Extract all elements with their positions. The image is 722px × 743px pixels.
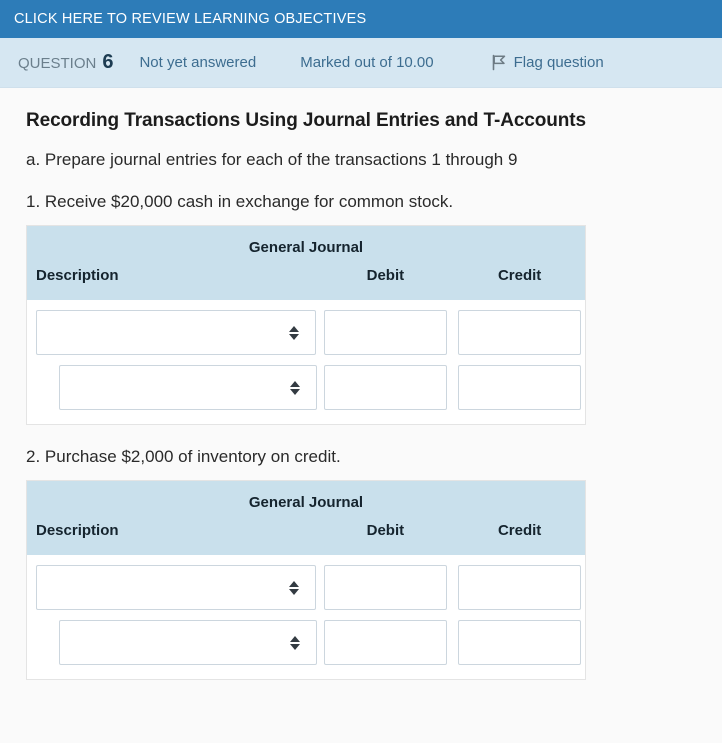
- column-header-debit: Debit: [366, 522, 405, 539]
- cell-credit: [454, 565, 585, 610]
- debit-input[interactable]: [323, 565, 447, 610]
- debit-input[interactable]: [323, 310, 447, 355]
- column-header-debit: Debit: [366, 267, 405, 284]
- journal-title: General Journal: [248, 239, 364, 256]
- account-select[interactable]: [36, 310, 317, 355]
- cell-description: [27, 565, 317, 610]
- account-select[interactable]: [59, 365, 317, 410]
- journal-rows: [27, 555, 585, 679]
- transaction-block: 1. Receive $20,000 cash in exchange for …: [26, 192, 722, 425]
- table-row: [27, 620, 585, 665]
- journal-column-headers: Description Debit Credit: [27, 522, 585, 555]
- question-status: Not yet answered: [139, 54, 257, 71]
- credit-input[interactable]: [458, 310, 582, 355]
- flag-question-label: Flag question: [513, 54, 604, 71]
- cell-debit: [316, 310, 454, 355]
- learning-objectives-banner: CLICK HERE TO REVIEW LEARNING OBJECTIVES: [0, 0, 722, 38]
- column-header-description: Description: [36, 267, 119, 284]
- sort-arrows-icon: [289, 325, 300, 340]
- journal-rows: [27, 300, 585, 424]
- table-row: [27, 365, 585, 410]
- cell-debit: [317, 365, 455, 410]
- debit-input[interactable]: [323, 365, 447, 410]
- cell-description: [27, 620, 317, 665]
- sort-arrows-icon: [289, 380, 300, 395]
- flag-icon: [491, 54, 507, 71]
- credit-input[interactable]: [458, 565, 582, 610]
- account-select[interactable]: [36, 565, 317, 610]
- flag-question-button[interactable]: Flag question: [491, 54, 604, 71]
- journal-column-headers: Description Debit Credit: [27, 267, 585, 300]
- transaction-block: 2. Purchase $2,000 of inventory on credi…: [26, 447, 722, 680]
- column-header-credit: Credit: [497, 522, 542, 539]
- review-learning-objectives-link[interactable]: CLICK HERE TO REVIEW LEARNING OBJECTIVES: [14, 11, 366, 27]
- cell-credit: [454, 620, 585, 665]
- question-body: Recording Transactions Using Journal Ent…: [0, 110, 722, 680]
- credit-input[interactable]: [458, 620, 582, 665]
- cell-debit: [317, 620, 455, 665]
- sort-arrows-icon: [289, 635, 300, 650]
- table-row: [27, 310, 585, 355]
- column-header-credit: Credit: [497, 267, 542, 284]
- journal-table-header: General Journal Description Debit Credit: [27, 481, 585, 555]
- journal-table-header: General Journal Description Debit Credit: [27, 226, 585, 300]
- page-title: Recording Transactions Using Journal Ent…: [26, 110, 586, 131]
- cell-debit: [316, 565, 454, 610]
- transaction-label: 2. Purchase $2,000 of inventory on credi…: [26, 447, 341, 466]
- debit-input[interactable]: [323, 620, 447, 665]
- sort-arrows-icon: [289, 580, 300, 595]
- question-number-label: QUESTION 6: [18, 51, 113, 74]
- general-journal-table: General Journal Description Debit Credit: [26, 480, 586, 680]
- question-word: QUESTION: [18, 55, 97, 72]
- question-info-bar: QUESTION 6 Not yet answered Marked out o…: [0, 38, 722, 88]
- account-select[interactable]: [59, 620, 317, 665]
- cell-description: [27, 310, 317, 355]
- cell-credit: [454, 310, 585, 355]
- cell-credit: [454, 365, 585, 410]
- credit-input[interactable]: [458, 365, 582, 410]
- column-header-description: Description: [36, 522, 119, 539]
- question-marks: Marked out of 10.00: [300, 54, 434, 71]
- question-instruction: a. Prepare journal entries for each of t…: [26, 150, 518, 169]
- table-row: [27, 565, 585, 610]
- general-journal-table: General Journal Description Debit Credit: [26, 225, 586, 425]
- transaction-label: 1. Receive $20,000 cash in exchange for …: [26, 192, 454, 211]
- journal-title: General Journal: [248, 494, 364, 511]
- question-number: 6: [102, 51, 114, 73]
- cell-description: [27, 365, 317, 410]
